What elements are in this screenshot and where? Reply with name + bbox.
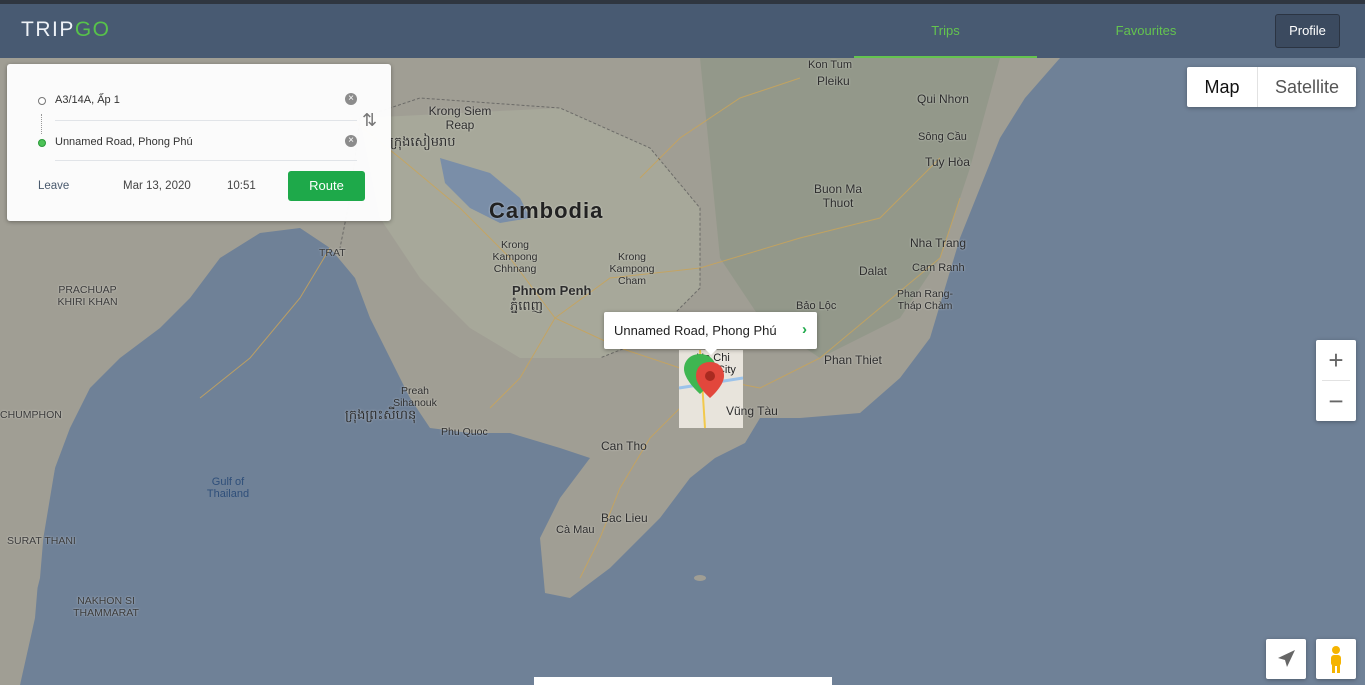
popup-pointer	[704, 348, 718, 355]
label-kampong-chhnang: Krong Kampong Chhnang	[492, 239, 538, 275]
zoom-out-button[interactable]: −	[1316, 381, 1356, 421]
label-can-tho: Can Tho	[601, 439, 647, 453]
route-connector	[41, 114, 42, 134]
label-buon-ma-thuot: Buon Ma Thuot	[813, 182, 863, 210]
label-krong-siem-reap-km: ក្រុងសៀមរាប	[390, 134, 456, 149]
label-gulf: Gulf of Thailand	[206, 476, 250, 500]
divider	[55, 120, 357, 121]
destination-dot-icon	[38, 139, 46, 147]
chevron-right-icon[interactable]: ›	[802, 321, 807, 338]
navigation-arrow-icon	[1278, 650, 1295, 667]
my-location-button[interactable]	[1266, 639, 1306, 679]
tab-trips[interactable]: Trips	[854, 4, 1037, 58]
label-preah-sihanouk-km: ក្រុងព្រះសីហនុ	[345, 407, 417, 422]
from-location-text[interactable]: A3/14A, Ấp 1	[55, 94, 120, 106]
label-ca-mau: Cà Mau	[556, 524, 595, 536]
zoom-in-button[interactable]: +	[1316, 340, 1356, 380]
bottom-panel-edge	[534, 677, 832, 685]
route-form-card: A3/14A, Ấp 1 × Unnamed Road, Phong Phú ×…	[7, 64, 391, 221]
route-button[interactable]: Route	[288, 171, 365, 201]
label-phu-quoc: Phu Quoc	[441, 426, 488, 438]
logo-main: TRIP	[21, 18, 75, 41]
divider	[55, 160, 357, 161]
logo-accent: GO	[74, 18, 111, 41]
clear-to-icon[interactable]: ×	[345, 135, 357, 147]
label-phan-thiet: Phan Thiet	[824, 353, 882, 367]
island-phu-quoc	[438, 397, 452, 429]
map-type-toggle: Map Satellite	[1187, 67, 1356, 107]
label-cam-ranh: Cam Ranh	[912, 262, 965, 274]
label-kampong-cham: Krong Kampong Cham	[609, 251, 655, 287]
label-tuy-hoa: Tuy Hòa	[925, 155, 970, 169]
label-trat: TRAT	[319, 247, 346, 259]
label-krong-siem-reap: Krong Siem Reap	[428, 104, 492, 132]
route-markers[interactable]	[682, 354, 732, 406]
label-nha-trang: Nha Trang	[910, 236, 967, 250]
profile-button[interactable]: Profile	[1275, 14, 1340, 48]
swap-icon[interactable]: ⇅	[362, 110, 377, 131]
label-preah-sihanouk: Preah Sihanouk	[393, 385, 437, 409]
label-phnom-penh-km: ភ្នំពេញ	[510, 298, 544, 313]
label-nakhon: NAKHON SI THAMMARAT	[73, 595, 139, 619]
map-type-satellite-button[interactable]: Satellite	[1258, 67, 1356, 107]
label-surat-thani: SURAT THANI	[7, 535, 76, 547]
label-kon-tum: Kon Tum	[808, 59, 853, 71]
island-con-dao	[694, 575, 706, 581]
label-qui-nhon: Qui Nhơn	[917, 92, 969, 106]
tab-favourites[interactable]: Favourites	[1056, 4, 1236, 56]
time-field[interactable]: 10:51	[227, 180, 256, 192]
label-bao-loc: Bảo Lộc	[796, 300, 837, 312]
label-song-cau: Sông Cầu	[918, 131, 967, 143]
label-pleiku: Pleiku	[817, 74, 850, 88]
from-location-row[interactable]: A3/14A, Ấp 1 ×	[37, 90, 357, 112]
tripgo-logo[interactable]: TRIPGO	[21, 18, 111, 42]
label-bac-lieu: Bac Lieu	[601, 511, 648, 525]
street-view-button[interactable]	[1316, 639, 1356, 679]
leave-selector[interactable]: Leave	[38, 180, 69, 192]
clear-from-icon[interactable]: ×	[345, 93, 357, 105]
popup-text: Unnamed Road, Phong Phú	[614, 323, 777, 338]
zoom-control: + −	[1316, 340, 1356, 421]
origin-dot-icon	[38, 97, 46, 105]
label-chumphon: CHUMPHON	[0, 409, 62, 421]
app-header: TRIPGO Trips Favourites Profile	[0, 4, 1365, 58]
label-dalat: Dalat	[859, 264, 888, 278]
map-type-map-button[interactable]: Map	[1187, 67, 1258, 107]
location-popup[interactable]: Unnamed Road, Phong Phú ›	[604, 312, 817, 355]
label-phan-rang: Phan Rang-Tháp Chàm	[896, 288, 954, 312]
label-vung-tau: Vũng Tàu	[726, 404, 778, 418]
label-prachuap: PRACHUAP KHIRI KHAN	[57, 284, 118, 308]
pegman-icon	[1331, 646, 1341, 673]
to-location-row[interactable]: Unnamed Road, Phong Phú ×	[37, 132, 357, 154]
to-location-text[interactable]: Unnamed Road, Phong Phú	[55, 136, 193, 148]
label-phnom-penh: Phnom Penh	[512, 283, 592, 298]
date-field[interactable]: Mar 13, 2020	[123, 180, 191, 192]
label-cambodia: Cambodia	[489, 198, 604, 223]
